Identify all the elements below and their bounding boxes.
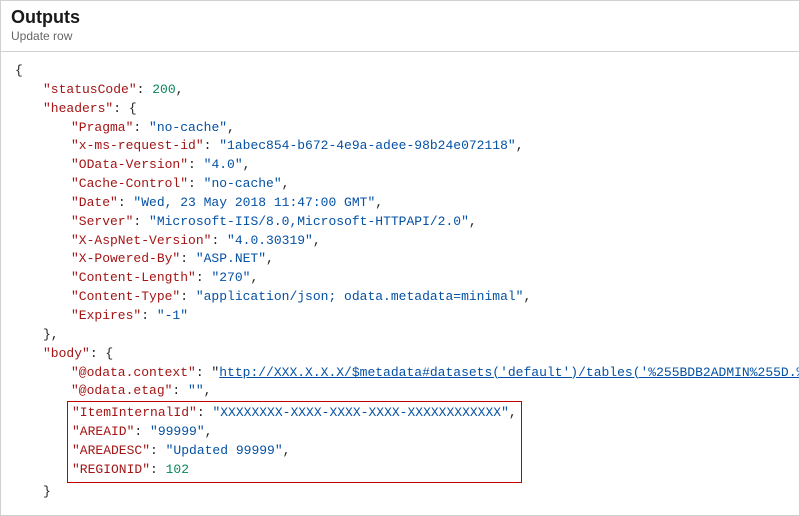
val-statuscode: 200 <box>152 82 175 97</box>
key-statuscode: "statusCode" <box>43 82 137 97</box>
key-clen: "Content-Length" <box>71 270 196 285</box>
val-cache: "no-cache" <box>204 176 282 191</box>
val-ctype: "application/json; odata.metadata=minima… <box>196 289 524 304</box>
key-areaid: "AREAID" <box>72 424 134 439</box>
val-regionid: 102 <box>166 462 189 477</box>
key-odatav: "OData-Version" <box>71 157 188 172</box>
key-powered: "X-Powered-By" <box>71 251 180 266</box>
val-pragma: "no-cache" <box>149 120 227 135</box>
key-odataetag: "@odata.etag" <box>71 383 172 398</box>
val-areaid: "99999" <box>150 424 205 439</box>
key-server: "Server" <box>71 214 133 229</box>
key-pragma: "Pragma" <box>71 120 133 135</box>
panel-title: Outputs <box>11 7 789 28</box>
val-clen: "270" <box>211 270 250 285</box>
key-iteminternalid: "ItemInternalId" <box>72 405 197 420</box>
panel-subtitle: Update row <box>11 29 789 43</box>
key-date: "Date" <box>71 195 118 210</box>
key-xms: "x-ms-request-id" <box>71 138 204 153</box>
key-odatacontext: "@odata.context" <box>71 365 196 380</box>
highlighted-fields: "ItemInternalId": "XXXXXXXX-XXXX-XXXX-XX… <box>67 401 522 482</box>
key-areadesc: "AREADESC" <box>72 443 150 458</box>
val-xms: "1abec854-b672-4e9a-adee-98b24e072118" <box>219 138 515 153</box>
val-powered: "ASP.NET" <box>196 251 266 266</box>
key-aspnet: "X-AspNet-Version" <box>71 233 211 248</box>
key-headers: "headers" <box>43 101 113 116</box>
val-areadesc: "Updated 99999" <box>166 443 283 458</box>
key-expires: "Expires" <box>71 308 141 323</box>
val-expires: "-1" <box>157 308 188 323</box>
key-cache: "Cache-Control" <box>71 176 188 191</box>
val-aspnet: "4.0.30319" <box>227 233 313 248</box>
val-server: "Microsoft-IIS/8.0,Microsoft-HTTPAPI/2.0… <box>149 214 469 229</box>
val-date: "Wed, 23 May 2018 11:47:00 GMT" <box>133 195 375 210</box>
key-ctype: "Content-Type" <box>71 289 180 304</box>
json-output: { "statusCode": 200, "headers": { "Pragm… <box>1 52 799 515</box>
panel-header: Outputs Update row <box>1 1 799 52</box>
val-odataetag: "" <box>188 383 204 398</box>
val-odatav: "4.0" <box>204 157 243 172</box>
val-odatacontext[interactable]: http://XXX.X.X.X/$metadata#datasets('def… <box>219 365 799 380</box>
key-regionid: "REGIONID" <box>72 462 150 477</box>
val-iteminternalid: "XXXXXXXX-XXXX-XXXX-XXXX-XXXXXXXXXXXX" <box>212 405 508 420</box>
key-body: "body" <box>43 346 90 361</box>
outputs-panel: Outputs Update row { "statusCode": 200, … <box>0 0 800 516</box>
